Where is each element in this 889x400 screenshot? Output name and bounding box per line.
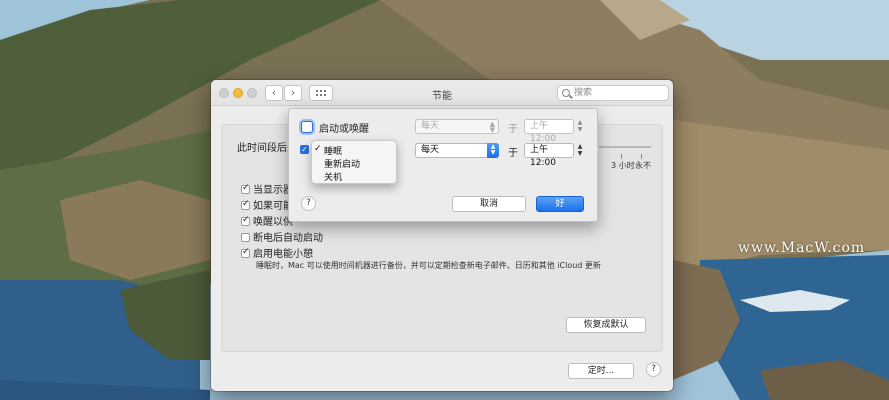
restart-power-failure-checkbox[interactable] (241, 233, 250, 242)
start-or-wake-checkbox[interactable] (301, 121, 313, 133)
selected-check-icon: ✓ (314, 144, 322, 154)
search-placeholder: 搜索 (574, 88, 593, 98)
slider-tick-label: 3 小时 (611, 161, 635, 170)
search-icon (562, 89, 570, 97)
ok-button[interactable]: 好 (536, 196, 584, 212)
slider-tick (621, 154, 622, 159)
disk-sleep-checkbox[interactable] (241, 199, 250, 210)
sleep-slider[interactable] (599, 146, 651, 148)
time-value: 上午12:00 (530, 145, 556, 168)
start-or-wake-label: 启动或唤醒 (319, 124, 369, 135)
popup-value: 每天 (421, 145, 440, 155)
start-time-field[interactable]: 上午12:00 (524, 119, 574, 144)
watermark: www.MacW.com (738, 240, 866, 256)
action-menu: ✓ 睡眠 重新启动 关机 (311, 140, 397, 184)
power-nap-checkbox-row[interactable]: 启用电能小憩 (241, 245, 313, 260)
power-nap-description: 睡眠时，Mac 可以使用时间机器进行备份，并可以定期检查新电子邮件、日历和其他 … (256, 261, 601, 270)
display-off-checkbox[interactable] (241, 183, 250, 194)
disk-sleep-checkbox-row[interactable]: 如果可能 (241, 197, 293, 212)
power-nap-checkbox[interactable] (241, 247, 250, 258)
sleep-frequency-popup[interactable]: 每天 ▲ ▼ (415, 143, 499, 158)
menu-item-shutdown[interactable]: 关机 (324, 170, 342, 183)
help-button[interactable]: ? (646, 362, 661, 377)
time-value: 上午12:00 (530, 121, 556, 144)
checkbox-label: 启用电能小憩 (253, 249, 313, 260)
menu-item-sleep[interactable]: 睡眠 (324, 144, 342, 157)
restart-power-failure-checkbox-row[interactable]: 断电后自动启动 (241, 229, 323, 244)
updown-chevron-icon: ▲ ▼ (489, 120, 495, 134)
checkbox-label: 如果可能 (253, 201, 293, 212)
wake-network-checkbox-row[interactable]: 唤醒以供 (241, 213, 293, 228)
checkbox-label: 断电后自动启动 (253, 233, 323, 244)
start-frequency-popup[interactable]: 每天 ▲ ▼ (415, 119, 499, 134)
sleep-time-field[interactable]: 上午12:00 (524, 143, 574, 168)
sheet-help-button[interactable]: ? (301, 196, 316, 211)
at-label: 于 (508, 124, 518, 135)
time-stepper-icon[interactable]: ▲ ▼ (576, 119, 584, 134)
slider-tick (641, 154, 642, 159)
menu-item-restart[interactable]: 重新启动 (324, 157, 360, 170)
at-label: 于 (508, 148, 518, 159)
restore-defaults-button[interactable]: 恢复成默认 (566, 317, 646, 333)
search-input[interactable]: 搜索 (557, 85, 669, 101)
schedule-button[interactable]: 定时... (568, 363, 634, 379)
popup-value: 每天 (421, 121, 440, 131)
cancel-button[interactable]: 取消 (452, 196, 526, 212)
titlebar: ‹ › 节能 搜索 (211, 80, 673, 106)
checkbox-label: 唤醒以供 (253, 217, 293, 228)
display-off-checkbox-row[interactable]: 当显示器 (241, 181, 293, 196)
sleep-action-checkbox[interactable]: ✓ (300, 145, 309, 154)
time-stepper-icon[interactable]: ▲ ▼ (576, 143, 584, 158)
slider-tick-label: 永不 (635, 161, 651, 170)
wake-network-checkbox[interactable] (241, 215, 250, 226)
updown-chevron-icon: ▲ ▼ (487, 143, 499, 158)
checkbox-label: 当显示器 (253, 185, 293, 196)
